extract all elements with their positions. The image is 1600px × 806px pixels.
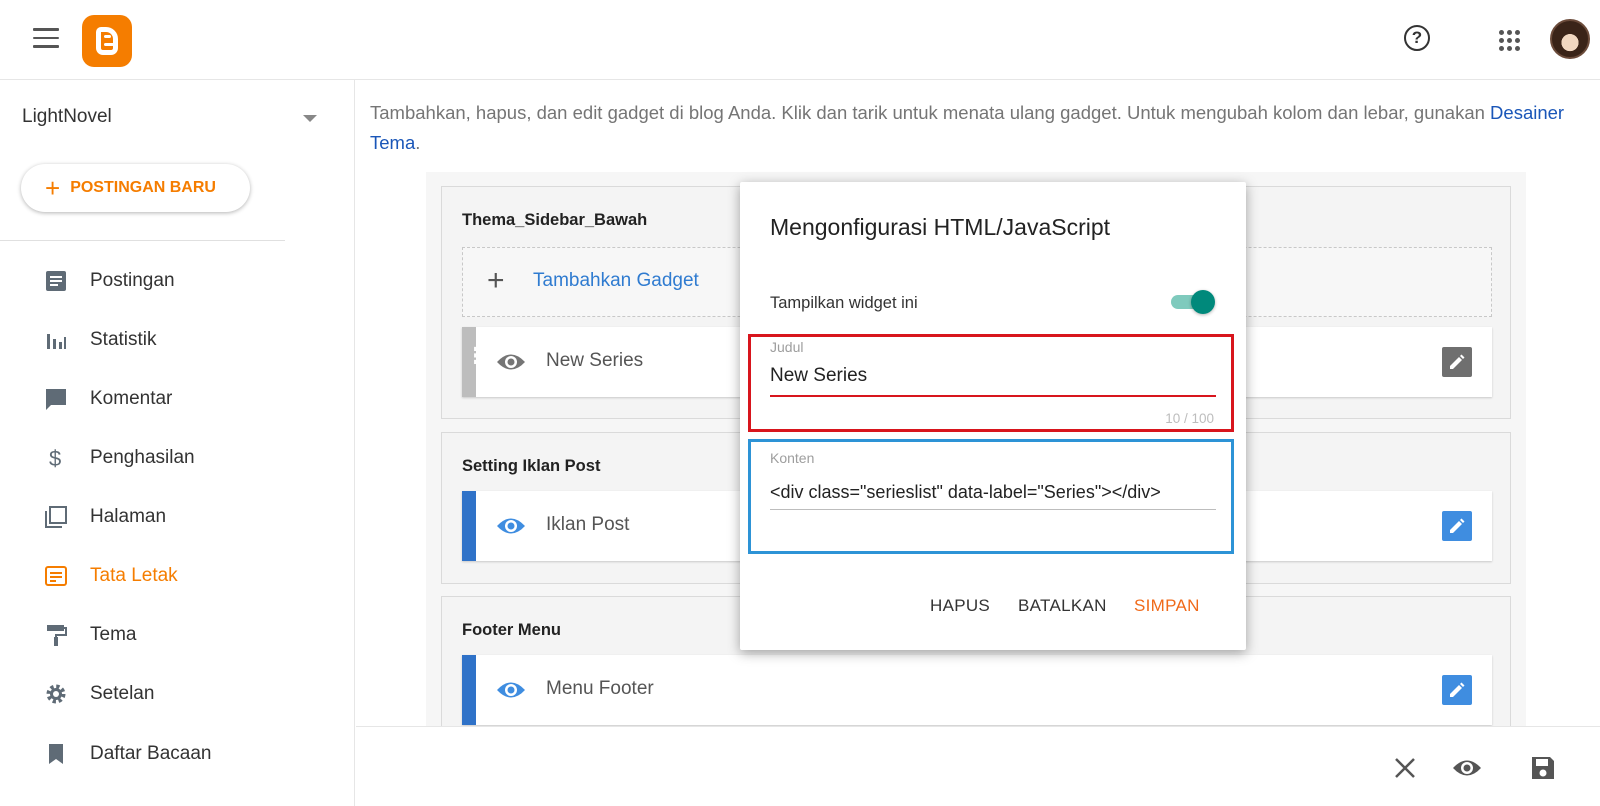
sidebar-item-tema[interactable]: Tema [0, 610, 355, 660]
section-title: Footer Menu [462, 621, 561, 639]
layout-icon [45, 566, 67, 586]
new-post-button[interactable]: + POSTINGAN BARU [21, 164, 250, 212]
content-textarea[interactable] [770, 478, 1216, 506]
dialog-title: Mengonfigurasi HTML/JavaScript [770, 214, 1111, 240]
sidebar-item-tata-letak[interactable]: Tata Letak [0, 551, 355, 601]
eye-icon[interactable] [496, 349, 526, 375]
sidebar-item-label: Tata Letak [90, 565, 178, 586]
bottom-action-bar [356, 726, 1600, 806]
content-underline [770, 509, 1216, 510]
gadget-name: Menu Footer [546, 678, 654, 699]
svg-text:$: $ [49, 446, 61, 470]
sidebar-item-label: Tema [90, 624, 137, 645]
blog-selector[interactable]: LightNovel [22, 106, 112, 128]
sidebar-item-label: Komentar [90, 388, 173, 409]
title-field-label: Judul [770, 339, 804, 355]
caret-down-icon[interactable] [303, 115, 317, 122]
drag-handle[interactable] [462, 491, 476, 561]
divider [0, 240, 285, 241]
comment-icon [46, 389, 66, 410]
gear-icon [46, 684, 66, 704]
eye-icon[interactable] [496, 513, 526, 539]
gadget-name: New Series [546, 350, 644, 371]
drag-handle[interactable] [462, 327, 487, 397]
apps-grid-icon[interactable] [1498, 29, 1522, 53]
help-icon[interactable]: ? [1404, 25, 1430, 51]
section-title: Thema_Sidebar_Bawah [462, 211, 648, 229]
sidebar-item-label: Statistik [90, 329, 157, 350]
section-title: Setting Iklan Post [462, 457, 601, 475]
sidebar-item-halaman[interactable]: Halaman [0, 492, 355, 542]
title-underline [770, 395, 1216, 397]
sidebar-item-daftar-bacaan[interactable]: Daftar Bacaan [0, 729, 355, 779]
eye-icon[interactable] [1452, 755, 1482, 781]
plus-icon: + [45, 173, 61, 203]
add-gadget-label: Tambahkan Gadget [533, 270, 699, 291]
close-icon[interactable] [1392, 755, 1418, 781]
drag-handle[interactable] [462, 655, 476, 725]
eye-icon[interactable] [496, 677, 526, 703]
edit-pencil-icon[interactable] [1442, 511, 1472, 541]
sidebar-item-penghasilan[interactable]: $ Penghasilan [0, 433, 355, 483]
pages-icon [45, 506, 67, 528]
sidebar-item-label: Postingan [90, 270, 175, 291]
show-widget-toggle[interactable] [1169, 288, 1217, 314]
stats-icon [47, 334, 66, 349]
account-avatar[interactable] [1550, 19, 1590, 59]
bookmark-icon [49, 744, 63, 764]
show-widget-label: Tampilkan widget ini [770, 294, 918, 312]
save-button[interactable]: SIMPAN [1134, 596, 1200, 616]
top-app-bar: ? [0, 0, 1600, 80]
sidebar-item-label: Setelan [90, 683, 155, 704]
title-char-counter: 10 / 100 [1165, 411, 1214, 426]
title-input[interactable] [770, 362, 1216, 390]
delete-button[interactable]: HAPUS [930, 596, 990, 616]
edit-pencil-icon[interactable] [1442, 347, 1472, 377]
sidebar-item-setelan[interactable]: Setelan [0, 669, 355, 719]
sidebar-item-label: Penghasilan [90, 447, 195, 468]
sidebar-item-label: Daftar Bacaan [90, 743, 212, 764]
gadget-name: Iklan Post [546, 514, 630, 535]
intro-text: Tambahkan, hapus, dan edit gadget di blo… [370, 102, 1565, 153]
content-field-label: Konten [770, 450, 815, 466]
configure-html-dialog: Mengonfigurasi HTML/JavaScript Tampilkan… [740, 182, 1246, 650]
sidebar-item-label: Halaman [90, 506, 167, 527]
blogger-logo[interactable] [82, 15, 132, 67]
sidebar: LightNovel + POSTINGAN BARU Postingan St… [0, 80, 355, 806]
posts-icon [46, 271, 66, 291]
dollar-icon: $ [49, 446, 61, 470]
hamburger-menu-icon[interactable] [33, 28, 59, 50]
sidebar-item-statistik[interactable]: Statistik [0, 315, 355, 365]
new-post-label: POSTINGAN BARU [70, 179, 216, 196]
edit-pencil-icon[interactable] [1442, 675, 1472, 705]
sidebar-item-postingan[interactable]: Postingan [0, 256, 355, 306]
cancel-button[interactable]: BATALKAN [1018, 596, 1107, 616]
plus-icon: + [487, 264, 505, 297]
floppy-save-icon[interactable] [1530, 755, 1556, 781]
gadget-menu-footer[interactable]: Menu Footer [462, 655, 1492, 725]
theme-roller-icon [47, 625, 67, 646]
sidebar-item-komentar[interactable]: Komentar [0, 374, 355, 424]
